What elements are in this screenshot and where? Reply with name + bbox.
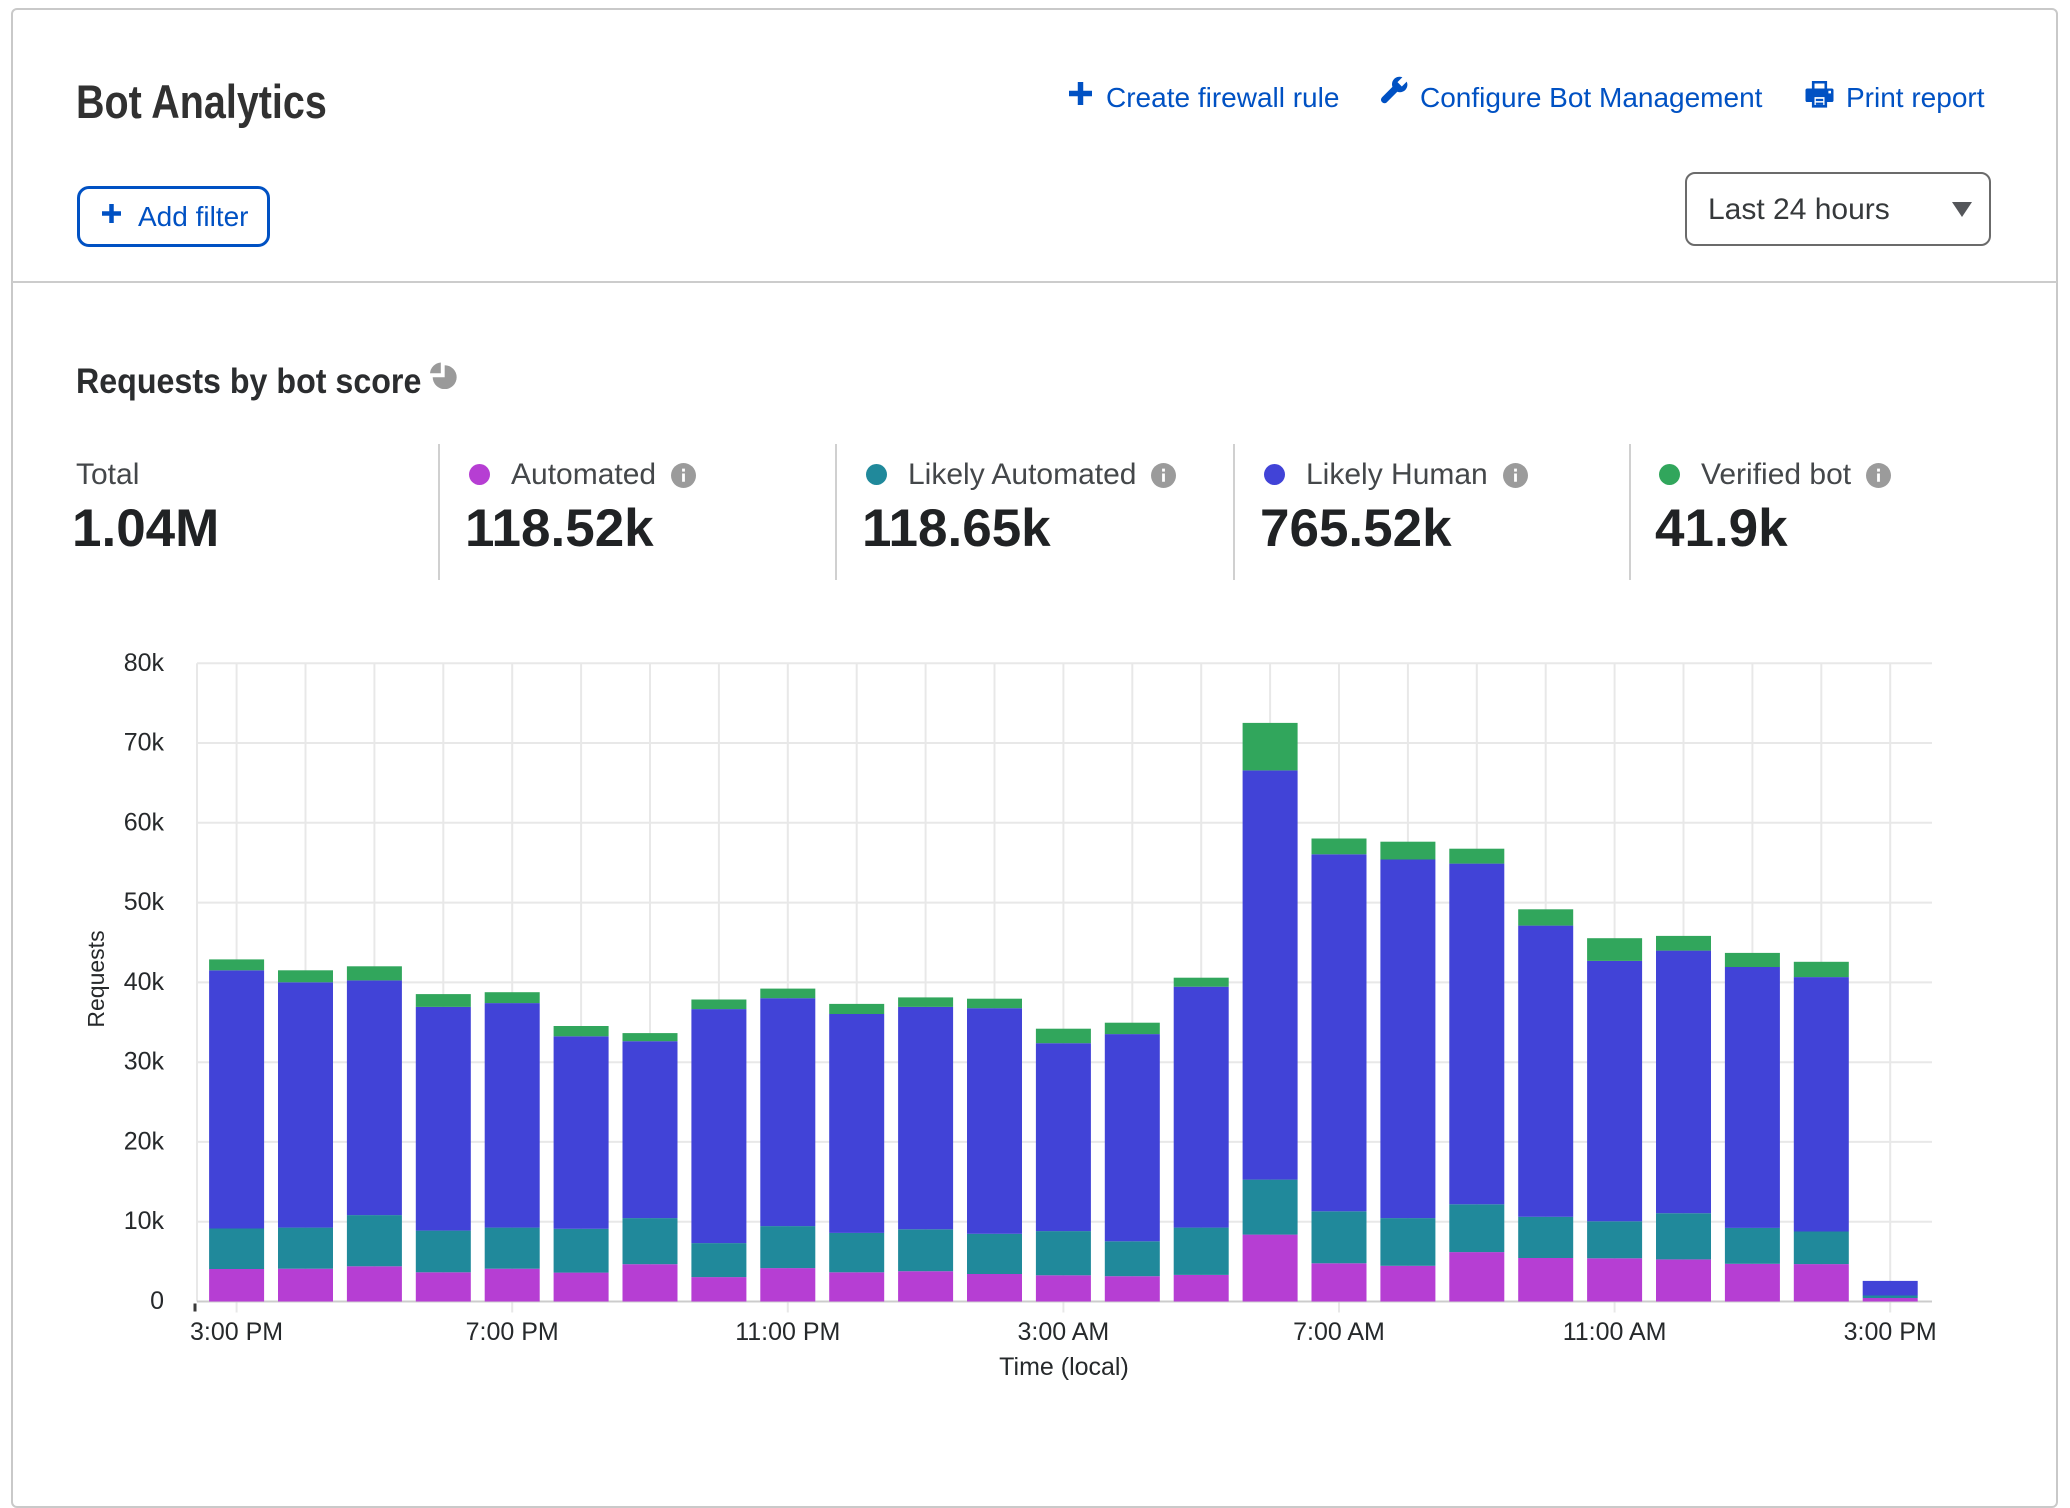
svg-text:0: 0 [150, 1287, 164, 1315]
svg-text:11:00 AM: 11:00 AM [1563, 1318, 1667, 1346]
svg-text:11:00 PM: 11:00 PM [735, 1318, 840, 1346]
svg-text:7:00 PM: 7:00 PM [466, 1318, 559, 1346]
svg-text:80k: 80k [124, 649, 165, 677]
svg-text:70k: 70k [124, 729, 165, 757]
svg-text:Requests: Requests [83, 930, 109, 1027]
svg-text:50k: 50k [124, 888, 165, 916]
svg-text:Time (local): Time (local) [999, 1353, 1129, 1381]
svg-text:3:00 PM: 3:00 PM [190, 1318, 283, 1346]
svg-text:40k: 40k [124, 968, 165, 996]
svg-text:3:00 AM: 3:00 AM [1018, 1318, 1110, 1346]
svg-text:10k: 10k [124, 1207, 165, 1235]
svg-text:7:00 AM: 7:00 AM [1293, 1318, 1385, 1346]
svg-text:30k: 30k [124, 1048, 165, 1076]
svg-text:3:00 PM: 3:00 PM [1844, 1318, 1937, 1346]
svg-text:60k: 60k [124, 808, 165, 836]
svg-text:20k: 20k [124, 1127, 165, 1155]
